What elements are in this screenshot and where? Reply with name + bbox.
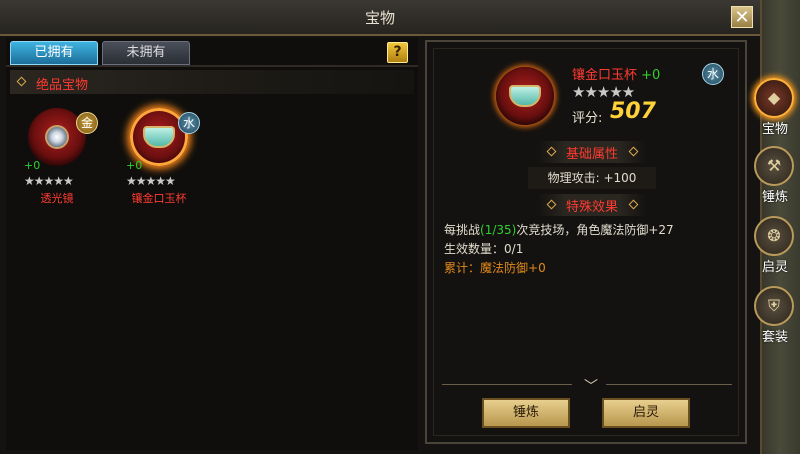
help-button[interactable]: ?	[387, 42, 408, 63]
side-tab-treasure[interactable]: ◆ 宝物	[752, 76, 798, 140]
close-button[interactable]: ✕	[731, 6, 753, 28]
cup-icon	[509, 85, 541, 107]
attribute-value: +100	[603, 171, 637, 185]
effect-cumulative: 累计：魔法防御+0	[444, 259, 546, 276]
star-rating: ★★★★★	[126, 174, 176, 188]
detail-name: 镶金口玉杯 +0	[572, 64, 660, 83]
awaken-button[interactable]: 启灵	[602, 398, 690, 428]
section-header: 绝品宝物	[10, 70, 414, 94]
effect-description: 每挑战(1/35)次竞技场，角色魔法防御+27	[444, 221, 674, 238]
treasure-plus: +0	[24, 159, 41, 172]
armor-set-icon: ⛨	[754, 286, 794, 326]
diamond-icon	[16, 76, 27, 87]
stack-label: 生效数量：	[444, 242, 505, 256]
side-tab-awaken[interactable]: ❂ 启灵	[752, 214, 798, 278]
treasure-item-cup[interactable]: 水 +0 ★★★★★ 镶金口玉杯	[116, 108, 202, 218]
side-tab-armor-set[interactable]: ⛨ 套装	[752, 284, 798, 348]
mirror-icon	[45, 125, 69, 149]
element-badge-water: 水	[702, 63, 724, 85]
star-rating: ★★★★★	[24, 174, 74, 188]
effect-count: (1/35)	[480, 223, 517, 237]
attribute-row: 物理攻击: +100	[528, 167, 656, 189]
tab-owned[interactable]: 已拥有	[10, 41, 98, 65]
divider-left	[442, 384, 572, 385]
special-effects-header: 特殊效果	[538, 194, 646, 216]
treasure-name: 透光镜	[40, 192, 74, 205]
element-badge-gold: 金	[76, 112, 98, 134]
side-tab-label: 启灵	[761, 260, 788, 275]
effect-stack: 生效数量：0/1	[444, 240, 523, 257]
forge-icon: ⚒	[754, 146, 794, 186]
treasure-item-mirror[interactable]: 金 +0 ★★★★★ 透光镜	[14, 108, 100, 218]
side-tab-label: 锤炼	[761, 190, 788, 205]
detail-name-text: 镶金口玉杯	[572, 68, 638, 83]
treasure-window: 宝物 ✕ 已拥有 未拥有 ? 绝品宝物 金 +0 ★★★★★ 透光镜 水 +0 …	[0, 0, 762, 454]
cup-icon	[143, 126, 175, 148]
treasure-name: 镶金口玉杯	[131, 192, 187, 205]
awaken-icon: ❂	[754, 216, 794, 256]
side-tab-forge[interactable]: ⚒ 锤炼	[752, 144, 798, 208]
detail-frame: 镶金口玉杯 +0 水 ★★★★★ 评分: 507 基础属性 物理攻击: +100…	[433, 48, 739, 436]
treasure-plus: +0	[126, 159, 143, 172]
treasure-icon: ◆	[754, 78, 794, 118]
chevron-down-icon[interactable]: ﹀	[584, 376, 598, 396]
window-title: 宝物	[364, 9, 395, 27]
divider-right	[606, 384, 732, 385]
tab-divider	[6, 65, 418, 67]
score-value: 507	[610, 99, 656, 124]
detail-plus: +0	[641, 68, 661, 83]
element-badge-water: 水	[178, 112, 200, 134]
section-label: 绝品宝物	[36, 78, 89, 93]
title-bar: 宝物 ✕	[0, 0, 760, 36]
cumulative-value: 魔法防御+0	[480, 261, 546, 275]
score-label: 评分:	[572, 111, 603, 126]
effect-suffix: 次竞技场，角色魔法防御+27	[516, 223, 674, 237]
side-tab-label: 套装	[761, 330, 788, 345]
basic-attributes-header: 基础属性	[538, 141, 646, 163]
treasure-detail-panel: 镶金口玉杯 +0 水 ★★★★★ 评分: 507 基础属性 物理攻击: +100…	[425, 40, 747, 444]
forge-button[interactable]: 锤炼	[482, 398, 570, 428]
effect-prefix: 每挑战	[444, 223, 481, 237]
cumulative-label: 累计：	[444, 261, 481, 275]
side-tab-label: 宝物	[761, 122, 788, 137]
detail-treasure-orb	[496, 67, 554, 125]
stack-value: 0/1	[504, 242, 524, 256]
tab-unowned[interactable]: 未拥有	[102, 41, 190, 65]
attribute-label: 物理攻击:	[547, 171, 600, 185]
treasure-list-panel: 已拥有 未拥有 ? 绝品宝物 金 +0 ★★★★★ 透光镜 水 +0 ★★★★★…	[6, 38, 418, 450]
